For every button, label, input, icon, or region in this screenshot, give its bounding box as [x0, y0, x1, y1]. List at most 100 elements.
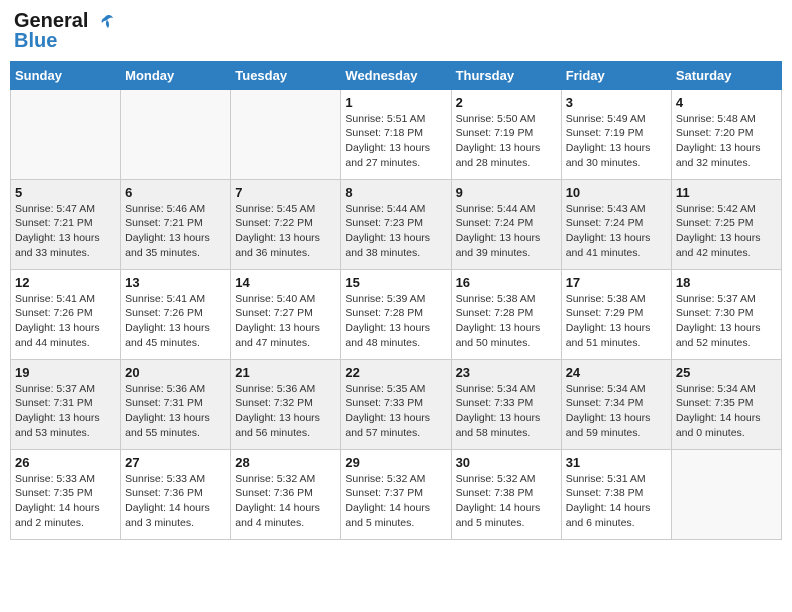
day-number: 6	[125, 185, 226, 200]
day-info: Sunrise: 5:45 AMSunset: 7:22 PMDaylight:…	[235, 202, 336, 261]
day-number: 29	[345, 455, 446, 470]
day-cell: 18Sunrise: 5:37 AMSunset: 7:30 PMDayligh…	[671, 269, 781, 359]
day-info: Sunrise: 5:34 AMSunset: 7:34 PMDaylight:…	[566, 382, 667, 441]
day-info: Sunrise: 5:49 AMSunset: 7:19 PMDaylight:…	[566, 112, 667, 171]
day-cell: 30 Sunrise: 5:32 AMSunset: 7:38 PMDayligh…	[451, 449, 561, 539]
day-cell: 28 Sunrise: 5:32 AMSunset: 7:36 PMDayligh…	[231, 449, 341, 539]
day-info: Sunrise: 5:36 AMSunset: 7:32 PMDaylight:…	[235, 382, 336, 441]
day-cell: 21 Sunrise: 5:36 AMSunset: 7:32 PMDayligh…	[231, 359, 341, 449]
day-info: Sunrise: 5:41 AMSunset: 7:26 PMDaylight:…	[125, 292, 226, 351]
day-number: 14	[235, 275, 336, 290]
day-number: 25	[676, 365, 777, 380]
day-number: 3	[566, 95, 667, 110]
day-number: 17	[566, 275, 667, 290]
day-cell: 26 Sunrise: 5:33 AMSunset: 7:35 PMDayligh…	[11, 449, 121, 539]
day-info: Sunrise: 5:34 AMSunset: 7:35 PMDaylight:…	[676, 382, 777, 441]
day-info: Sunrise: 5:37 AMSunset: 7:30 PMDaylight:…	[676, 292, 777, 351]
day-number: 27	[125, 455, 226, 470]
day-info: Sunrise: 5:32 AMSunset: 7:37 PMDaylight:…	[345, 472, 446, 531]
day-info: Sunrise: 5:33 AMSunset: 7:36 PMDaylight:…	[125, 472, 226, 531]
week-row-3: 12 Sunrise: 5:41 AMSunset: 7:26 PMDayligh…	[11, 269, 782, 359]
day-number: 31	[566, 455, 667, 470]
day-cell: 19 Sunrise: 5:37 AMSunset: 7:31 PMDayligh…	[11, 359, 121, 449]
weekday-header-tuesday: Tuesday	[231, 61, 341, 89]
day-cell: 23 Sunrise: 5:34 AMSunset: 7:33 PMDayligh…	[451, 359, 561, 449]
day-number: 28	[235, 455, 336, 470]
day-number: 15	[345, 275, 446, 290]
day-cell	[11, 89, 121, 179]
day-number: 23	[456, 365, 557, 380]
day-info: Sunrise: 5:48 AMSunset: 7:20 PMDaylight:…	[676, 112, 777, 171]
weekday-header-row: SundayMondayTuesdayWednesdayThursdayFrid…	[11, 61, 782, 89]
day-number: 8	[345, 185, 446, 200]
day-cell: 9 Sunrise: 5:44 AMSunset: 7:24 PMDaylight…	[451, 179, 561, 269]
calendar-table: SundayMondayTuesdayWednesdayThursdayFrid…	[10, 61, 782, 540]
day-number: 10	[566, 185, 667, 200]
day-number: 21	[235, 365, 336, 380]
day-info: Sunrise: 5:36 AMSunset: 7:31 PMDaylight:…	[125, 382, 226, 441]
logo-blue: Blue	[14, 30, 57, 53]
day-cell: 4 Sunrise: 5:48 AMSunset: 7:20 PMDaylight…	[671, 89, 781, 179]
day-info: Sunrise: 5:50 AMSunset: 7:19 PMDaylight:…	[456, 112, 557, 171]
weekday-header-wednesday: Wednesday	[341, 61, 451, 89]
day-number: 22	[345, 365, 446, 380]
day-info: Sunrise: 5:34 AMSunset: 7:33 PMDaylight:…	[456, 382, 557, 441]
day-cell: 8 Sunrise: 5:44 AMSunset: 7:23 PMDaylight…	[341, 179, 451, 269]
day-info: Sunrise: 5:43 AMSunset: 7:24 PMDaylight:…	[566, 202, 667, 261]
day-info: Sunrise: 5:35 AMSunset: 7:33 PMDaylight:…	[345, 382, 446, 441]
day-info: Sunrise: 5:46 AMSunset: 7:21 PMDaylight:…	[125, 202, 226, 261]
day-number: 19	[15, 365, 116, 380]
day-info: Sunrise: 5:31 AMSunset: 7:38 PMDaylight:…	[566, 472, 667, 531]
day-cell: 17 Sunrise: 5:38 AMSunset: 7:29 PMDayligh…	[561, 269, 671, 359]
day-cell: 7Sunrise: 5:45 AMSunset: 7:22 PMDaylight…	[231, 179, 341, 269]
day-info: Sunrise: 5:37 AMSunset: 7:31 PMDaylight:…	[15, 382, 116, 441]
day-cell: 16Sunrise: 5:38 AMSunset: 7:28 PMDayligh…	[451, 269, 561, 359]
week-row-2: 5Sunrise: 5:47 AMSunset: 7:21 PMDaylight…	[11, 179, 782, 269]
day-cell: 29 Sunrise: 5:32 AMSunset: 7:37 PMDayligh…	[341, 449, 451, 539]
day-cell: 3 Sunrise: 5:49 AMSunset: 7:19 PMDaylight…	[561, 89, 671, 179]
day-cell: 25 Sunrise: 5:34 AMSunset: 7:35 PMDayligh…	[671, 359, 781, 449]
day-cell: 14 Sunrise: 5:40 AMSunset: 7:27 PMDayligh…	[231, 269, 341, 359]
day-info: Sunrise: 5:51 AMSunset: 7:18 PMDaylight:…	[345, 112, 446, 171]
day-cell: 1Sunrise: 5:51 AMSunset: 7:18 PMDaylight…	[341, 89, 451, 179]
day-cell	[121, 89, 231, 179]
weekday-header-sunday: Sunday	[11, 61, 121, 89]
day-number: 5	[15, 185, 116, 200]
day-info: Sunrise: 5:38 AMSunset: 7:29 PMDaylight:…	[566, 292, 667, 351]
weekday-header-thursday: Thursday	[451, 61, 561, 89]
day-info: Sunrise: 5:40 AMSunset: 7:27 PMDaylight:…	[235, 292, 336, 351]
day-cell: 6 Sunrise: 5:46 AMSunset: 7:21 PMDaylight…	[121, 179, 231, 269]
day-cell: 10 Sunrise: 5:43 AMSunset: 7:24 PMDayligh…	[561, 179, 671, 269]
day-number: 16	[456, 275, 557, 290]
day-cell: 2 Sunrise: 5:50 AMSunset: 7:19 PMDaylight…	[451, 89, 561, 179]
bird-icon	[95, 12, 117, 34]
day-cell: 12 Sunrise: 5:41 AMSunset: 7:26 PMDayligh…	[11, 269, 121, 359]
day-info: Sunrise: 5:33 AMSunset: 7:35 PMDaylight:…	[15, 472, 116, 531]
weekday-header-saturday: Saturday	[671, 61, 781, 89]
day-info: Sunrise: 5:44 AMSunset: 7:23 PMDaylight:…	[345, 202, 446, 261]
day-number: 4	[676, 95, 777, 110]
logo: General Blue	[14, 10, 117, 53]
page-header: General Blue	[10, 10, 782, 53]
day-info: Sunrise: 5:41 AMSunset: 7:26 PMDaylight:…	[15, 292, 116, 351]
day-number: 26	[15, 455, 116, 470]
weekday-header-friday: Friday	[561, 61, 671, 89]
day-cell: 5Sunrise: 5:47 AMSunset: 7:21 PMDaylight…	[11, 179, 121, 269]
day-cell: 20Sunrise: 5:36 AMSunset: 7:31 PMDayligh…	[121, 359, 231, 449]
day-cell: 27 Sunrise: 5:33 AMSunset: 7:36 PMDayligh…	[121, 449, 231, 539]
day-cell	[671, 449, 781, 539]
day-number: 9	[456, 185, 557, 200]
day-number: 30	[456, 455, 557, 470]
week-row-4: 19 Sunrise: 5:37 AMSunset: 7:31 PMDayligh…	[11, 359, 782, 449]
day-number: 12	[15, 275, 116, 290]
day-info: Sunrise: 5:32 AMSunset: 7:38 PMDaylight:…	[456, 472, 557, 531]
week-row-5: 26 Sunrise: 5:33 AMSunset: 7:35 PMDayligh…	[11, 449, 782, 539]
weekday-header-monday: Monday	[121, 61, 231, 89]
day-cell: 24Sunrise: 5:34 AMSunset: 7:34 PMDayligh…	[561, 359, 671, 449]
day-info: Sunrise: 5:32 AMSunset: 7:36 PMDaylight:…	[235, 472, 336, 531]
day-number: 2	[456, 95, 557, 110]
day-cell	[231, 89, 341, 179]
week-row-1: 1Sunrise: 5:51 AMSunset: 7:18 PMDaylight…	[11, 89, 782, 179]
day-info: Sunrise: 5:44 AMSunset: 7:24 PMDaylight:…	[456, 202, 557, 261]
day-cell: 22 Sunrise: 5:35 AMSunset: 7:33 PMDayligh…	[341, 359, 451, 449]
